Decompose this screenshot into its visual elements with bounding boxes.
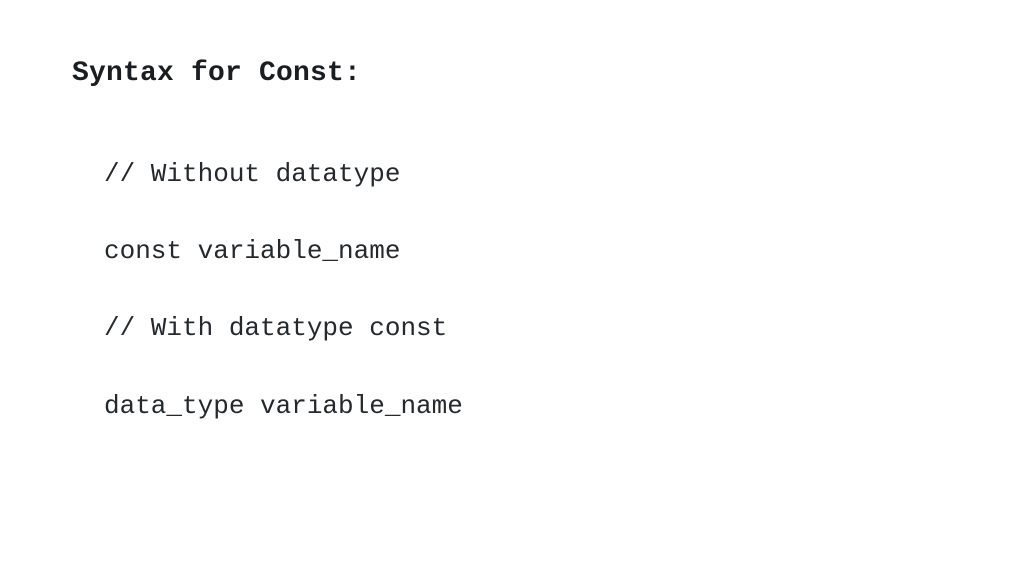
page-title: Syntax for Const: xyxy=(72,58,952,89)
code-syntax-without: const variable_name xyxy=(104,236,952,267)
code-block: // Without datatype const variable_name … xyxy=(72,159,952,422)
code-syntax-with: data_type variable_name xyxy=(104,391,952,422)
code-comment-without: // Without datatype xyxy=(104,159,952,190)
code-comment-with: // With datatype const xyxy=(104,313,952,344)
